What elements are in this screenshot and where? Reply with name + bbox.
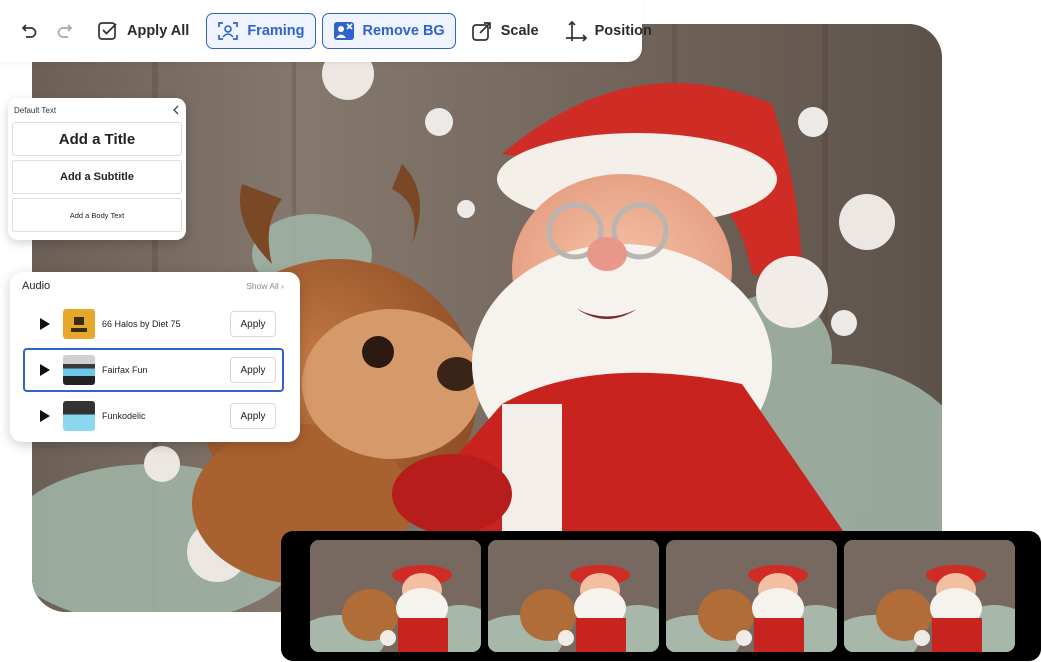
add-body-text-option[interactable]: Add a Body Text (12, 198, 182, 232)
remove-bg-button[interactable]: Remove BG (321, 13, 456, 49)
default-text-title: Default Text (14, 105, 57, 115)
audio-track[interactable]: 66 Halos by Diet 75 Apply (23, 302, 284, 346)
play-icon[interactable] (39, 364, 51, 376)
remove-background-icon (333, 20, 355, 42)
play-icon[interactable] (39, 318, 51, 330)
track-thumbnail (63, 355, 95, 385)
scale-button[interactable]: Scale (460, 13, 550, 49)
play-icon[interactable] (39, 410, 51, 422)
position-button[interactable]: Position (554, 13, 663, 49)
audio-track-selected[interactable]: Fairfax Fun Apply (23, 348, 284, 392)
audio-track[interactable]: Funkodelic Apply (23, 394, 284, 438)
toolbar: Apply All Framing Remove BG Scale Positi… (0, 0, 652, 62)
track-thumbnail (63, 401, 95, 431)
position-icon (565, 20, 587, 42)
filmstrip-frame[interactable] (310, 540, 481, 652)
framing-label: Framing (247, 23, 305, 39)
apply-track-button[interactable]: Apply (230, 311, 276, 337)
default-text-panel: Default Text Add a Title Add a Subtitle … (8, 98, 186, 240)
frame-thumbnail (666, 540, 837, 652)
track-name: Funkodelic (102, 411, 146, 421)
audio-title: Audio (22, 280, 51, 292)
track-name: Fairfax Fun (102, 365, 148, 375)
filmstrip-frame[interactable] (488, 540, 659, 652)
undo-icon[interactable] (20, 21, 38, 41)
framing-button[interactable]: Framing (206, 13, 316, 49)
apply-track-button[interactable]: Apply (230, 403, 276, 429)
filmstrip-frame[interactable] (666, 540, 837, 652)
scale-icon (471, 20, 493, 42)
audio-header: Audio Show All › (22, 280, 284, 292)
framing-icon (217, 20, 239, 42)
audio-panel: Audio Show All › 66 Halos by Diet 75 App… (10, 272, 300, 442)
chevron-left-icon[interactable] (172, 105, 180, 115)
apply-all-button[interactable]: Apply All (86, 13, 200, 49)
show-all-link[interactable]: Show All › (246, 281, 284, 291)
frame-thumbnail (488, 540, 659, 652)
apply-track-button[interactable]: Apply (230, 357, 276, 383)
frame-thumbnail (310, 540, 481, 652)
frame-thumbnail (844, 540, 1015, 652)
remove-bg-label: Remove BG (362, 23, 445, 39)
scale-label: Scale (500, 23, 539, 39)
check-square-icon (97, 20, 119, 42)
filmstrip-frame[interactable] (844, 540, 1015, 652)
filmstrip (281, 531, 1041, 661)
apply-all-label: Apply All (127, 23, 190, 39)
position-label: Position (594, 23, 652, 39)
track-name: 66 Halos by Diet 75 (102, 319, 181, 329)
add-title-option[interactable]: Add a Title (12, 122, 182, 156)
track-thumbnail (63, 309, 95, 339)
add-subtitle-option[interactable]: Add a Subtitle (12, 160, 182, 194)
default-text-header: Default Text (12, 102, 182, 118)
redo-icon[interactable] (56, 21, 74, 41)
